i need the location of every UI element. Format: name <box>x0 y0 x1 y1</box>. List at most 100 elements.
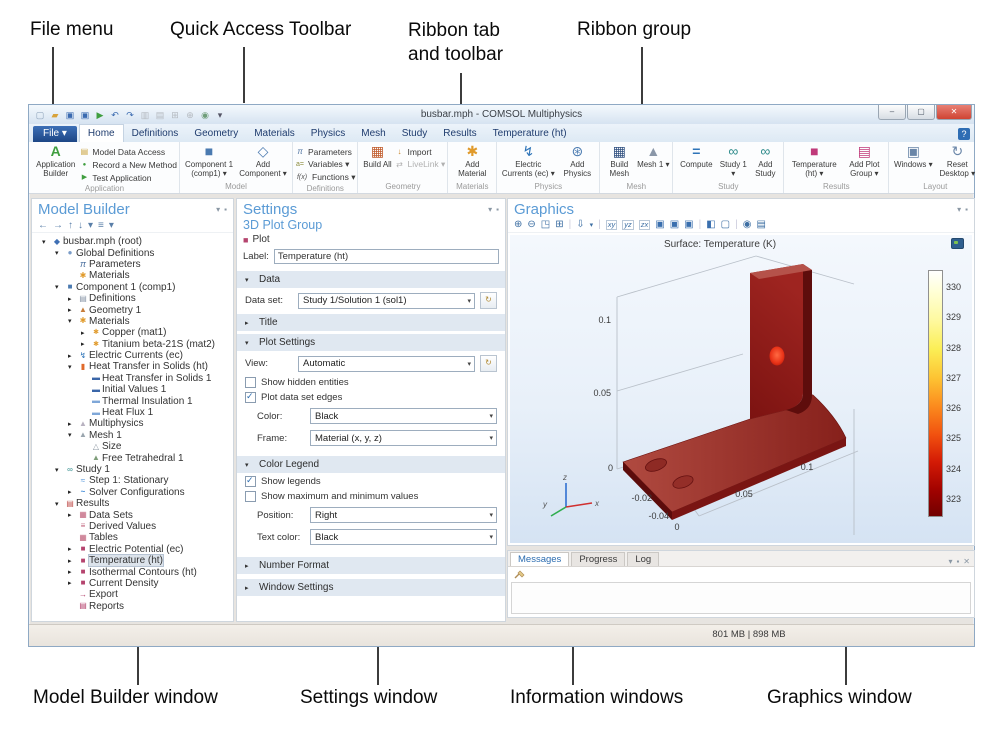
tree-item[interactable]: Current Density <box>32 578 233 589</box>
view-yz-icon[interactable]: yz <box>622 219 634 230</box>
back-icon[interactable]: ← <box>38 220 48 231</box>
view-menu-icon[interactable]: ▾ <box>590 221 594 229</box>
tree-item[interactable]: Heat Flux 1 <box>32 407 233 418</box>
pin-icon[interactable]: ▪ <box>965 205 968 214</box>
tab-geometry[interactable]: Geometry <box>186 125 246 142</box>
tab-materials[interactable]: Materials <box>246 125 303 142</box>
tab-results[interactable]: Results <box>435 125 484 142</box>
tree-item[interactable]: Isothermal Contours (ht) <box>32 566 233 578</box>
tree-item[interactable]: Heat Transfer in Solids (ht) <box>32 361 233 372</box>
functions-button[interactable]: f(x) Functions ▾ <box>295 171 356 184</box>
plot-button[interactable]: Plot <box>252 234 269 245</box>
transparency-icon[interactable]: ▢ <box>721 219 730 230</box>
tree-expander-icon[interactable] <box>68 568 77 576</box>
tab-physics[interactable]: Physics <box>303 125 353 142</box>
tab-log[interactable]: Log <box>627 552 660 566</box>
show-hidden-checkbox[interactable] <box>245 377 256 388</box>
tree-item[interactable]: Results <box>32 498 233 509</box>
zoom-box-icon[interactable]: ⊞ <box>555 219 563 230</box>
separator[interactable]: | <box>569 219 572 230</box>
tree-item[interactable]: Materials <box>32 270 233 281</box>
goto-source-icon[interactable]: ↻ <box>480 292 497 309</box>
tree-expander-icon[interactable] <box>55 283 64 291</box>
position-select[interactable]: Right <box>310 507 497 523</box>
tree-item[interactable]: Component 1 (comp1) <box>32 282 233 293</box>
section-plot-settings[interactable]: Plot Settings <box>237 334 505 351</box>
tree-item[interactable]: Global Definitions <box>32 247 233 259</box>
pin-icon[interactable]: ▪ <box>496 205 499 214</box>
temperature-plot-button[interactable]: ■ Temperature (ht) ▾ <box>786 143 842 178</box>
tree-item[interactable]: Materials <box>32 316 233 327</box>
print-icon[interactable]: ▤ <box>756 219 765 230</box>
tree-item[interactable]: Geometry 1 <box>32 304 233 316</box>
zoom-extents-icon[interactable]: ◳ <box>541 219 550 230</box>
tree-item[interactable]: Tables <box>32 532 233 543</box>
textcolor-select[interactable]: Black <box>310 529 497 545</box>
move-up-icon[interactable]: ↑ <box>68 220 73 231</box>
parameters-button[interactable]: π Parameters <box>295 145 355 158</box>
panel-menu-icon[interactable]: ▾ <box>957 205 961 214</box>
windows-button[interactable]: ▣ Windows ▾ <box>891 143 935 169</box>
livelink-button[interactable]: ⇄ LiveLink ▾ <box>394 158 445 171</box>
pin-icon[interactable]: ▪ <box>956 557 959 566</box>
tree-item[interactable]: busbar.mph (root) <box>32 236 233 247</box>
import-button[interactable]: ↓ Import <box>394 145 445 158</box>
add-study-button[interactable]: ∞ Add Study <box>749 143 781 178</box>
tree-expander-icon[interactable] <box>68 295 77 303</box>
separator[interactable]: | <box>735 219 738 230</box>
default-view-icon[interactable]: ⇩ <box>576 219 584 230</box>
test-application-button[interactable]: ▶ Test Application <box>79 171 177 184</box>
tree-item[interactable]: Solver Configurations <box>32 487 233 498</box>
maximize-button[interactable]: ▢ <box>907 105 935 120</box>
tree-expander-icon[interactable] <box>68 363 77 371</box>
frame-select[interactable]: Material (x, y, z) <box>310 430 497 446</box>
tree-expander-icon[interactable] <box>68 317 77 325</box>
tree-item[interactable]: Definitions <box>32 293 233 304</box>
tree-item[interactable]: Multiphysics <box>32 418 233 429</box>
scene-light-icon[interactable]: ▣ <box>684 219 693 230</box>
panel-menu-icon[interactable]: ▾ <box>948 557 952 566</box>
toolbar-more-icon[interactable]: ▾ <box>109 220 114 231</box>
dataset-select[interactable]: Study 1/Solution 1 (sol1) <box>298 292 475 309</box>
electric-currents-button[interactable]: ↯ Electric Currents (ec) ▾ <box>499 143 557 178</box>
select-box-icon[interactable]: ◧ <box>706 219 715 230</box>
view-select[interactable]: Automatic <box>298 355 475 372</box>
move-down-icon[interactable]: ↓ <box>78 220 83 231</box>
tree-item[interactable]: Parameters <box>32 259 233 270</box>
tree-item[interactable]: Heat Transfer in Solids 1 <box>32 373 233 384</box>
tree-item[interactable]: Copper (mat1) <box>32 327 233 338</box>
panel-menu-icon[interactable]: ▾ <box>216 205 220 214</box>
tree-expander-icon[interactable] <box>68 306 77 314</box>
close-icon[interactable]: ✕ <box>963 557 970 566</box>
collapse-all-icon[interactable]: ≡ <box>98 220 104 231</box>
zoom-out-icon[interactable]: ⊖ <box>527 219 535 230</box>
tree-item[interactable]: Size <box>32 441 233 452</box>
tree-expander-icon[interactable] <box>68 488 77 496</box>
add-material-button[interactable]: ✱ Add Material <box>450 143 494 178</box>
section-window-settings[interactable]: Window Settings <box>237 579 505 596</box>
zoom-in-icon[interactable]: ⊕ <box>514 219 522 230</box>
tree-item[interactable]: Initial Values 1 <box>32 384 233 395</box>
tab-home[interactable]: Home <box>78 124 124 143</box>
variables-button[interactable]: a= Variables ▾ <box>295 158 355 171</box>
section-data[interactable]: Data <box>237 271 505 288</box>
tree-expander-icon[interactable] <box>55 500 64 508</box>
tree-expander-icon[interactable] <box>68 352 77 360</box>
plot-area[interactable]: Surface: Temperature (K) 0.1 0.05 0 -0.0… <box>510 235 972 543</box>
forward-icon[interactable]: → <box>53 220 63 231</box>
tree-expander-icon[interactable] <box>81 329 90 337</box>
show-legends-checkbox[interactable] <box>245 475 256 487</box>
snapshot-icon[interactable]: ◉ <box>743 219 752 230</box>
tree-item[interactable]: Temperature (ht) <box>32 554 233 568</box>
tab-temperature-ht[interactable]: Temperature (ht) <box>485 125 575 142</box>
tree-item[interactable]: Electric Currents (ec) <box>32 350 233 361</box>
tab-definitions[interactable]: Definitions <box>124 125 187 142</box>
add-component-button[interactable]: ◇ Add Component ▾ <box>236 143 290 178</box>
tree-item[interactable]: Data Sets <box>32 509 233 521</box>
separator[interactable]: | <box>699 219 702 230</box>
file-menu-button[interactable]: File ▾ <box>33 126 77 142</box>
tab-progress[interactable]: Progress <box>571 552 626 566</box>
minimize-button[interactable]: – <box>878 105 906 120</box>
build-mesh-button[interactable]: ▦ Build Mesh <box>602 143 636 178</box>
panel-menu-icon[interactable]: ▾ <box>488 205 492 214</box>
